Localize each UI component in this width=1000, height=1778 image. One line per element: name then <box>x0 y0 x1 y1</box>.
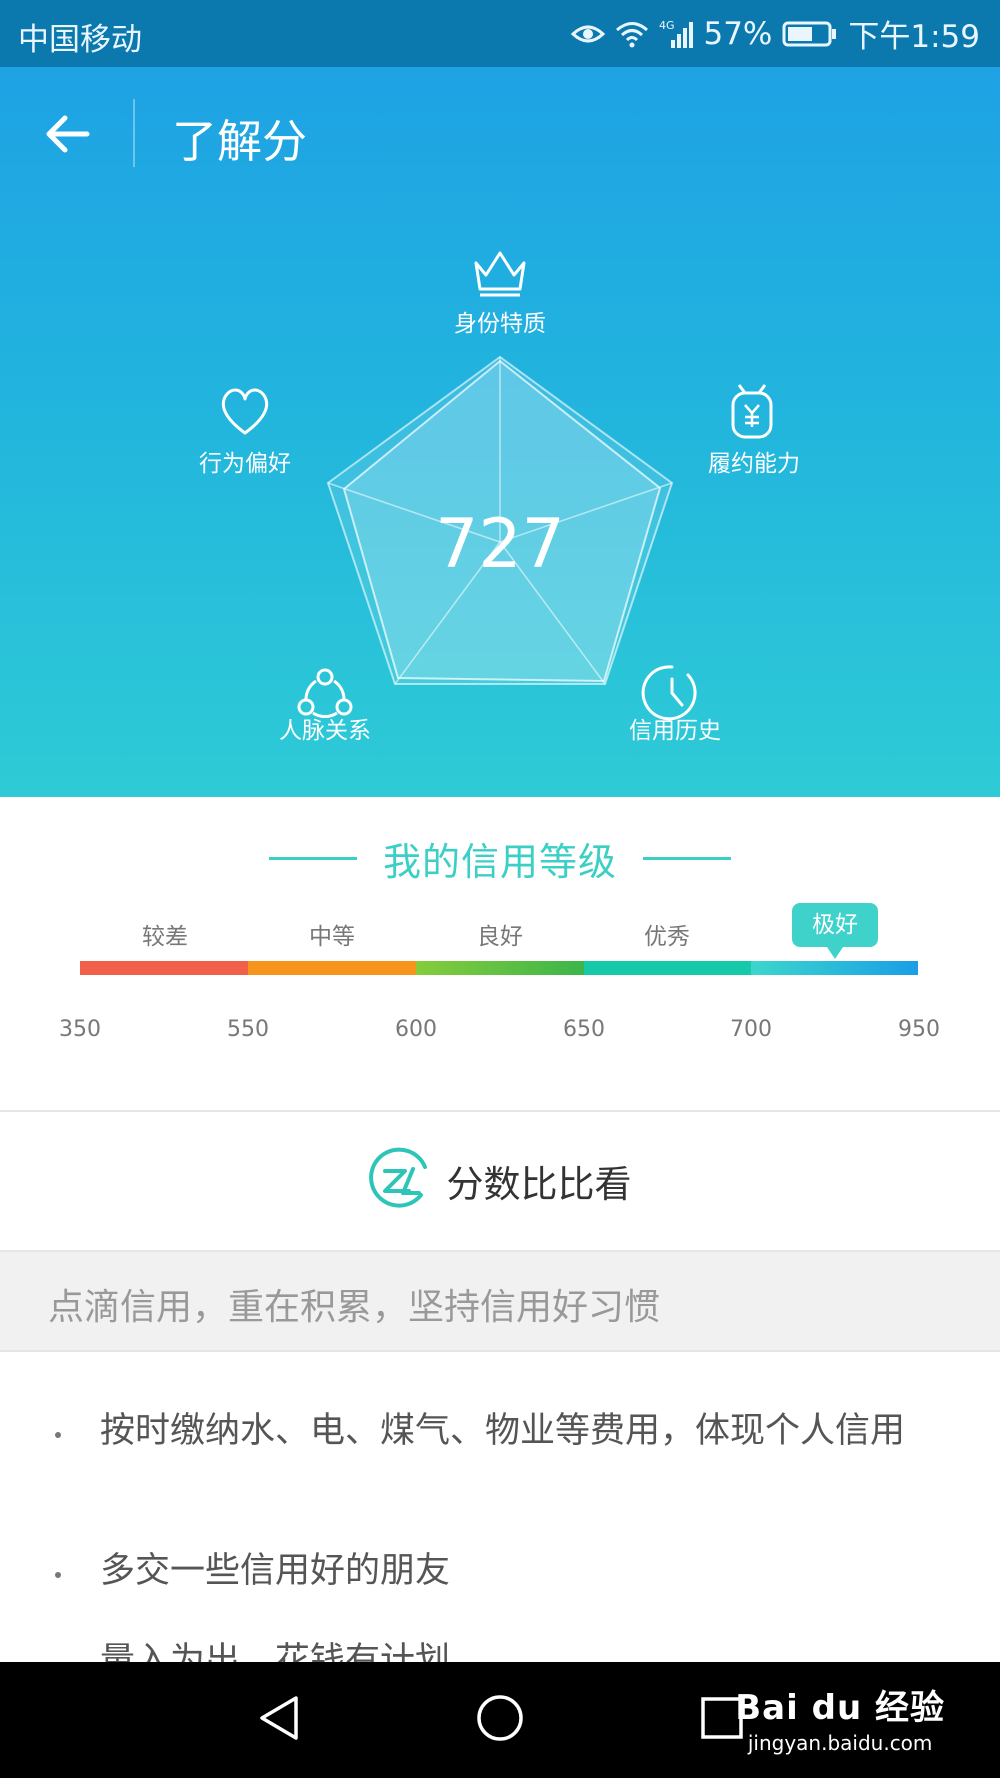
signal-icon: 4G <box>659 18 694 50</box>
bullet-icon <box>55 1432 61 1438</box>
grade-bar-excellent <box>584 961 751 975</box>
nav-back-icon <box>256 1694 304 1746</box>
radar-chart: 身份特质 履约能力 行为偏好 人脉关系 信用历史 <box>199 251 800 744</box>
grade-label-poor: 较差 <box>142 924 188 950</box>
grade-label-good: 良好 <box>477 924 523 950</box>
status-icons: 4G 57% 下午1:59 <box>571 11 980 56</box>
bullet-icon <box>55 1572 61 1578</box>
tick-650: 650 <box>563 1017 605 1042</box>
battery-icon <box>782 20 838 48</box>
compare-scores-button[interactable]: 分数比比看 <box>0 1112 1000 1250</box>
status-bar: 中国移动 4G 57% 下午1:59 <box>0 0 1000 67</box>
money-bag-icon <box>731 384 773 439</box>
tips-list: 按时缴纳水、电、煤气、物业等费用，体现个人信用 多交一些信用好的朋友 量入为出，… <box>0 1400 1000 1662</box>
grade-bar-best <box>751 961 918 975</box>
grade-bar-medium <box>248 961 416 975</box>
tick-600: 600 <box>395 1017 437 1042</box>
watermark: Bai du 经验 jingyan.baidu.com <box>735 1680 945 1755</box>
radar-label-identity: 身份特质 <box>454 311 546 337</box>
network-icon <box>297 668 353 718</box>
tick-550: 550 <box>227 1017 269 1042</box>
tip-text: 按时缴纳水、电、煤气、物业等费用，体现个人信用 <box>100 1411 906 1451</box>
tick-700: 700 <box>730 1017 772 1042</box>
zm-logo-icon <box>368 1147 433 1215</box>
wifi-icon <box>615 20 649 48</box>
heading-line-right <box>643 857 731 860</box>
grade-bar-good <box>416 961 584 975</box>
crown-icon <box>474 251 526 297</box>
credit-level-title: 我的信用等级 <box>382 840 617 884</box>
nav-home-icon <box>475 1693 525 1747</box>
nav-back-button[interactable] <box>250 1690 310 1750</box>
tip-text: 多交一些信用好的朋友 <box>100 1551 451 1591</box>
radar-label-performance: 履约能力 <box>708 451 800 477</box>
battery-percent: 57% <box>703 15 773 52</box>
credit-level-section: 我的信用等级 较差 中等 良好 优秀 极好 350 550 600 650 70… <box>0 797 1000 1112</box>
credit-level-heading: 我的信用等级 <box>0 831 1000 886</box>
system-navigation-bar: Bai du 经验 jingyan.baidu.com <box>0 1662 1000 1778</box>
radar-label-history: 信用历史 <box>629 718 721 744</box>
grade-label-best-selected: 极好 <box>792 903 878 959</box>
heading-line-left <box>268 857 357 860</box>
carrier-name: 中国移动 <box>18 22 142 58</box>
tip-text: 量入为出，花钱有计划 <box>100 1641 451 1662</box>
credit-score: 727 <box>435 505 565 584</box>
watermark-sub: jingyan.baidu.com <box>747 1731 933 1755</box>
grade-bar-poor <box>80 961 248 975</box>
radar-label-behavior: 行为偏好 <box>199 451 291 477</box>
tip-header-bar: 点滴信用，重在积累，坚持信用好习惯 <box>0 1250 1000 1352</box>
tick-350: 350 <box>59 1017 101 1042</box>
nav-home-button[interactable] <box>470 1690 530 1750</box>
clock-time: 下午1:59 <box>848 19 980 55</box>
radar-label-relations: 人脉关系 <box>279 718 371 744</box>
tip-header-text: 点滴信用，重在积累，坚持信用好习惯 <box>48 1287 661 1328</box>
heart-icon <box>221 388 269 435</box>
compare-label: 分数比比看 <box>446 1163 632 1206</box>
tick-950: 950 <box>898 1017 940 1042</box>
watermark-main: Bai du 经验 <box>735 1688 945 1728</box>
grade-label-medium: 中等 <box>309 924 355 950</box>
grade-label-excellent: 优秀 <box>644 924 690 950</box>
svg-text:4G: 4G <box>659 19 675 32</box>
eye-icon <box>571 22 606 46</box>
clock-icon <box>641 665 697 721</box>
